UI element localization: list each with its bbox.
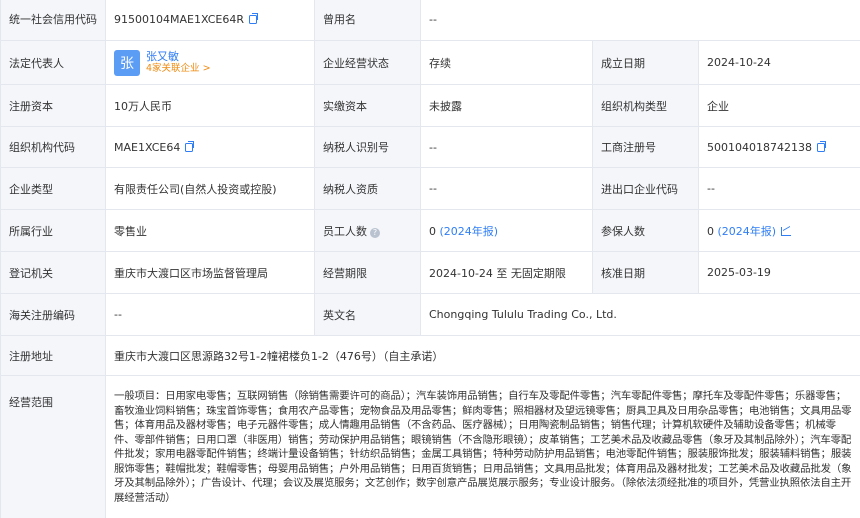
- insured-label: 参保人数: [592, 209, 699, 252]
- avatar[interactable]: 张: [114, 49, 140, 76]
- paid-capital-value: 未披露: [420, 84, 593, 127]
- biz-term-label: 经营期限: [314, 251, 421, 294]
- staff-cell: 0 (2024年报): [420, 209, 593, 252]
- table-row: 所属行业 零售业 员工人数? 0 (2024年报) 参保人数 0 (2024年报…: [0, 209, 860, 252]
- legal-rep-name-link[interactable]: 张又敏: [146, 50, 211, 63]
- copy-icon[interactable]: [816, 140, 826, 152]
- table-row: 海关注册编码 -- 英文名 Chongqing Tululu Trading C…: [0, 293, 860, 336]
- org-code-label: 组织机构代码: [0, 126, 106, 168]
- company-type-value: 有限责任公司(自然人投资或控股): [105, 167, 315, 210]
- taxpayer-id-value: --: [420, 126, 593, 168]
- approval-date-label: 核准日期: [592, 251, 699, 294]
- company-type-label: 企业类型: [0, 167, 106, 210]
- table-row: 企业类型 有限责任公司(自然人投资或控股) 纳税人资质 -- 进出口企业代码 -…: [0, 167, 860, 210]
- table-row: 组织机构代码 MAE1XCE64 纳税人识别号 -- 工商注册号 5001040…: [0, 126, 860, 168]
- related-companies-link[interactable]: 4家关联企业 >: [146, 63, 211, 75]
- table-row: 法定代表人 张 张又敏 4家关联企业 > 企业经营状态 存续 成立日期 2024…: [0, 40, 860, 85]
- address-value: 重庆市大渡口区思源路32号1-2幢裙楼负1-2（476号）（自主承诺）: [104, 335, 860, 376]
- staff-label: 员工人数: [323, 224, 367, 238]
- est-date-label: 成立日期: [592, 40, 699, 85]
- help-icon[interactable]: ?: [370, 227, 380, 238]
- table-row: 注册地址 重庆市大渡口区思源路32号1-2幢裙楼负1-2（476号）（自主承诺）: [0, 335, 860, 376]
- trend-chart-icon[interactable]: [781, 226, 792, 236]
- taxpayer-qual-value: --: [420, 167, 593, 210]
- insured-value: 0: [707, 224, 714, 238]
- copy-icon[interactable]: [248, 12, 258, 24]
- table-row: 统一社会信用代码 91500104MAE1XCE64R 曾用名 --: [0, 0, 860, 41]
- copy-icon[interactable]: [185, 140, 195, 152]
- org-code-cell: MAE1XCE64: [105, 126, 315, 168]
- english-name-value: Chongqing Tululu Trading Co., Ltd.: [419, 293, 860, 336]
- reg-no-value: 500104018742138: [707, 140, 812, 154]
- scope-label: 经营范围: [0, 375, 106, 518]
- table-row: 注册资本 10万人民币 实缴资本 未披露 组织机构类型 企业: [0, 84, 860, 127]
- est-date-value: 2024-10-24: [697, 40, 860, 85]
- reg-no-cell: 500104018742138: [697, 126, 860, 168]
- biz-status-label: 企业经营状态: [314, 40, 421, 85]
- approval-date-value: 2025-03-19: [697, 251, 860, 294]
- former-name-label: 曾用名: [314, 0, 421, 41]
- reg-authority-label: 登记机关: [0, 251, 106, 294]
- biz-term-value: 2024-10-24 至 无固定期限: [420, 251, 593, 294]
- table-row: 经营范围 一般项目：日用家电零售；互联网销售（除销售需要许可的商品）；汽车装饰用…: [0, 375, 860, 518]
- biz-status-value: 存续: [420, 40, 593, 85]
- legal-rep-label: 法定代表人: [0, 40, 106, 85]
- org-code-value: MAE1XCE64: [114, 140, 181, 154]
- table-row: 登记机关 重庆市大渡口区市场监督管理局 经营期限 2024-10-24 至 无固…: [0, 251, 860, 294]
- credit-code-value: 91500104MAE1XCE64R: [114, 12, 244, 26]
- industry-value: 零售业: [105, 209, 315, 252]
- credit-code-label: 统一社会信用代码: [0, 0, 106, 41]
- company-info-table: 统一社会信用代码 91500104MAE1XCE64R 曾用名 -- 法定代表人…: [0, 0, 860, 518]
- ie-code-value: --: [697, 167, 860, 210]
- reg-authority-value: 重庆市大渡口区市场监督管理局: [105, 251, 315, 294]
- customs-code-value: --: [105, 293, 315, 336]
- credit-code-cell: 91500104MAE1XCE64R: [105, 0, 315, 41]
- staff-label-cell: 员工人数?: [314, 209, 421, 252]
- english-name-label: 英文名: [314, 293, 421, 336]
- insured-cell: 0 (2024年报): [697, 209, 860, 252]
- staff-annual-report-link[interactable]: (2024年报): [440, 225, 499, 238]
- taxpayer-id-label: 纳税人识别号: [314, 126, 421, 168]
- paid-capital-label: 实缴资本: [314, 84, 421, 127]
- taxpayer-qual-label: 纳税人资质: [314, 167, 421, 210]
- reg-no-label: 工商注册号: [592, 126, 699, 168]
- reg-capital-label: 注册资本: [0, 84, 106, 127]
- reg-capital-value: 10万人民币: [105, 84, 315, 127]
- staff-value: 0: [429, 224, 436, 238]
- customs-code-label: 海关注册编码: [0, 293, 106, 336]
- legal-rep-cell: 张 张又敏 4家关联企业 >: [105, 40, 315, 85]
- scope-value: 一般项目：日用家电零售；互联网销售（除销售需要许可的商品）；汽车装饰用品销售；自…: [104, 375, 860, 518]
- address-label: 注册地址: [0, 335, 106, 376]
- ie-code-label: 进出口企业代码: [592, 167, 699, 210]
- former-name-value: --: [419, 0, 860, 41]
- insured-annual-report-link[interactable]: (2024年报): [718, 225, 777, 238]
- org-type-label: 组织机构类型: [592, 84, 699, 127]
- org-type-value: 企业: [697, 84, 860, 127]
- industry-label: 所属行业: [0, 209, 106, 252]
